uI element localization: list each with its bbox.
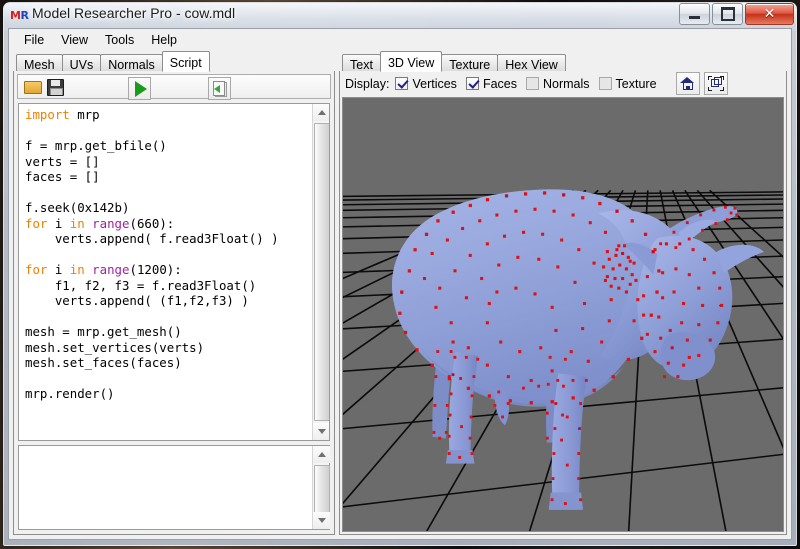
code-line: mesh = mrp.get_mesh() <box>25 324 310 340</box>
code-line <box>25 247 310 263</box>
minimize-button[interactable] <box>679 3 710 25</box>
code-editor[interactable]: import mrp f = mrp.get_bfile()verts = []… <box>18 103 330 441</box>
code-line <box>25 123 310 139</box>
close-button[interactable]: ✕ <box>745 3 794 25</box>
checkbox-normals-label: Normals <box>543 77 590 91</box>
scroll-up-button[interactable] <box>313 104 330 121</box>
export-button[interactable] <box>208 77 231 100</box>
floppy-save-icon <box>47 79 64 96</box>
close-icon: ✕ <box>764 7 776 21</box>
logo-letter-r: R <box>20 9 28 22</box>
home-icon <box>680 77 695 90</box>
menu-help[interactable]: Help <box>143 31 186 49</box>
code-line <box>25 371 310 387</box>
code-line <box>25 309 310 325</box>
3d-scene[interactable] <box>343 98 783 531</box>
output-console-text <box>24 449 310 527</box>
checkbox-faces[interactable]: Faces <box>466 77 517 91</box>
script-source-text[interactable]: import mrp f = mrp.get_bfile()verts = []… <box>25 107 310 440</box>
checkbox-texture-label: Texture <box>616 77 657 91</box>
save-file-button[interactable] <box>45 77 66 98</box>
menu-view[interactable]: View <box>53 31 97 49</box>
logo-letter-m: M <box>10 9 20 22</box>
tab-text[interactable]: Text <box>342 54 381 71</box>
code-line: import mrp <box>25 107 310 123</box>
3d-viewport[interactable] <box>342 97 784 532</box>
output-console-scrollbar[interactable] <box>312 446 329 529</box>
checkbox-vertices[interactable]: Vertices <box>395 77 456 91</box>
output-scroll-down-button[interactable] <box>313 512 330 529</box>
code-line <box>25 185 310 201</box>
window-controls: ✕ <box>677 3 794 25</box>
code-line: for i in range(660): <box>25 216 310 232</box>
code-line: f = mrp.get_bfile() <box>25 138 310 154</box>
play-run-icon <box>135 81 147 97</box>
cow-hoof-near-front <box>549 493 583 510</box>
tab-texture[interactable]: Texture <box>441 54 498 71</box>
checkbox-normals-box[interactable] <box>526 77 539 90</box>
checkbox-texture-box[interactable] <box>599 77 612 90</box>
open-file-button[interactable] <box>21 77 42 98</box>
checkbox-faces-box[interactable] <box>466 77 479 90</box>
tab-mesh[interactable]: Mesh <box>16 54 63 71</box>
code-line: f.seek(0x142b) <box>25 200 310 216</box>
tab-script[interactable]: Script <box>162 51 210 72</box>
menu-tools[interactable]: Tools <box>97 31 143 49</box>
code-line: mesh.set_vertices(verts) <box>25 340 310 356</box>
chevron-up-icon <box>318 452 326 457</box>
folder-open-icon <box>24 82 40 94</box>
maximize-icon <box>721 7 735 21</box>
code-line: faces = [] <box>25 169 310 185</box>
code-line: verts.append( f.read3Float() ) <box>25 231 310 247</box>
cube-icon <box>708 76 724 91</box>
display-options-bar: Display: Vertices Faces Normals <box>340 71 786 96</box>
scrollbar-thumb[interactable] <box>314 123 330 421</box>
code-line: mesh.set_faces(faces) <box>25 355 310 371</box>
display-label: Display: <box>345 77 389 91</box>
scene-contents <box>343 98 783 531</box>
right-panel: Text 3D View Texture Hex View Display: V… <box>339 51 787 535</box>
chevron-up-icon <box>318 110 326 115</box>
code-line: mrp.render() <box>25 386 310 402</box>
tab-uvs[interactable]: UVs <box>62 54 102 71</box>
script-panel-body: import mrp f = mrp.get_bfile()verts = []… <box>13 71 335 535</box>
code-line: verts.append( (f1,f2,f3) ) <box>25 293 310 309</box>
code-line: verts = [] <box>25 154 310 170</box>
right-tabstrip: Text 3D View Texture Hex View <box>339 51 787 72</box>
application-window: MR Model Researcher Pro - cow.mdl ✕ File… <box>0 0 800 549</box>
output-console[interactable] <box>18 445 330 530</box>
checkbox-normals[interactable]: Normals <box>526 77 590 91</box>
script-toolbar <box>17 74 331 99</box>
fit-view-button[interactable] <box>704 72 728 95</box>
checkbox-vertices-label: Vertices <box>412 77 456 91</box>
checkbox-faces-label: Faces <box>483 77 517 91</box>
tab-3d-view[interactable]: 3D View <box>380 51 442 72</box>
menu-file[interactable]: File <box>16 31 53 49</box>
menu-bar: File View Tools Help <box>9 29 791 50</box>
code-editor-scrollbar[interactable] <box>312 104 329 440</box>
minimize-icon <box>689 16 700 19</box>
view-panel-body: Display: Vertices Faces Normals <box>339 71 787 535</box>
client-area: File View Tools Help Mesh UVs Normals Sc… <box>8 28 792 540</box>
checkbox-texture[interactable]: Texture <box>599 77 657 91</box>
tab-normals[interactable]: Normals <box>100 54 163 71</box>
title-bar[interactable]: MR Model Researcher Pro - cow.mdl ✕ <box>4 3 796 29</box>
export-page-icon <box>213 81 227 97</box>
left-panel: Mesh UVs Normals Script <box>13 51 335 535</box>
chevron-down-icon <box>318 518 326 523</box>
window-title: Model Researcher Pro - cow.mdl <box>32 5 235 21</box>
home-view-button[interactable] <box>676 72 700 95</box>
mr-logo-icon: MR <box>10 8 27 23</box>
checkbox-vertices-box[interactable] <box>395 77 408 90</box>
tab-hex-view[interactable]: Hex View <box>497 54 566 71</box>
left-tabstrip: Mesh UVs Normals Script <box>13 51 335 72</box>
code-line: f1, f2, f3 = f.read3Float() <box>25 278 310 294</box>
maximize-button[interactable] <box>712 3 743 25</box>
output-scroll-up-button[interactable] <box>313 446 330 463</box>
chevron-down-icon <box>318 429 326 434</box>
run-script-button[interactable] <box>128 77 151 100</box>
scroll-down-button[interactable] <box>313 423 330 440</box>
code-line: for i in range(1200): <box>25 262 310 278</box>
